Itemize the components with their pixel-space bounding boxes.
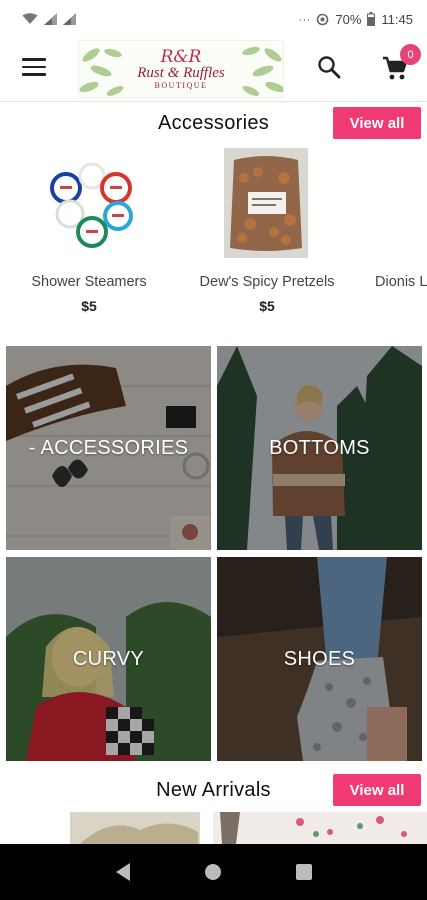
category-tile-accessories[interactable]: - ACCESSORIES [6,346,211,550]
product-image-spicy-pretzels [224,148,308,258]
category-grid: - ACCESSORIES BOTTOMS CURVY SHOES [6,346,423,762]
logo-name: Rust & Ruffles [137,64,225,81]
category-tile-shoes[interactable]: SHOES [217,557,422,761]
menu-button[interactable] [22,58,46,78]
section-title-new-arrivals: New Arrivals [156,778,271,801]
category-label: CURVY [72,647,145,670]
product-name: Dionis L [375,274,427,290]
signal-icon [63,13,76,25]
signal-icon [44,13,57,25]
home-button[interactable] [202,861,224,883]
battery-icon [367,12,376,26]
product-card[interactable]: Dew's Spicy Pretzels $5 [182,148,352,328]
logo-subtitle: BOUTIQUE [154,80,208,90]
accessories-header: Accessories View all [0,103,427,143]
back-button[interactable] [112,861,134,883]
data-saver-icon [317,13,329,25]
product-price: $5 [81,298,97,314]
search-button[interactable] [316,54,342,80]
category-tile-bottoms[interactable]: BOTTOMS [217,346,422,550]
battery-percent: 70% [335,11,362,27]
back-icon [116,863,131,881]
app-bar: R&R Rust & Ruffles BOUTIQUE [0,38,427,102]
new-arrivals-header: New Arrivals View all [0,770,427,810]
product-image-shower-steamers [44,148,134,258]
home-icon [205,864,222,880]
status-bar: ··· 70% 11:45 [0,0,427,38]
category-label: BOTTOMS [269,436,370,459]
product-carousel[interactable]: Shower Steamers $5 Dew's Spicy Pretzels … [0,148,427,328]
new-arrivals-carousel[interactable] [0,812,427,844]
product-name: Dew's Spicy Pretzels [199,274,335,290]
product-price: $5 [259,298,275,314]
wifi-icon [22,13,38,24]
category-label: SHOES [283,647,356,670]
category-tile-curvy[interactable]: CURVY [6,557,211,761]
product-card[interactable]: Shower Steamers $5 [4,148,174,328]
product-card[interactable]: Dionis L [372,148,427,328]
menu-icon [22,58,46,61]
brand-logo[interactable]: R&R Rust & Ruffles BOUTIQUE [78,40,284,98]
system-nav-bar [0,844,427,900]
recents-button[interactable] [293,861,315,883]
new-arrivals-images [0,812,427,844]
clock: 11:45 [381,11,413,27]
category-label: - ACCESSORIES [28,436,189,459]
logo-monogram: R&R [160,46,202,67]
view-all-new-arrivals-button[interactable]: View all [333,774,421,806]
recents-icon [295,864,312,880]
view-all-accessories-button[interactable]: View all [333,107,421,139]
search-icon [318,56,341,79]
cart-count-badge: 0 [400,44,421,65]
status-right: ··· 70% 11:45 [298,12,413,27]
status-left [22,13,76,25]
status-dots: ··· [298,12,311,26]
section-title-accessories: Accessories [157,111,270,134]
product-name: Shower Steamers [31,274,147,290]
